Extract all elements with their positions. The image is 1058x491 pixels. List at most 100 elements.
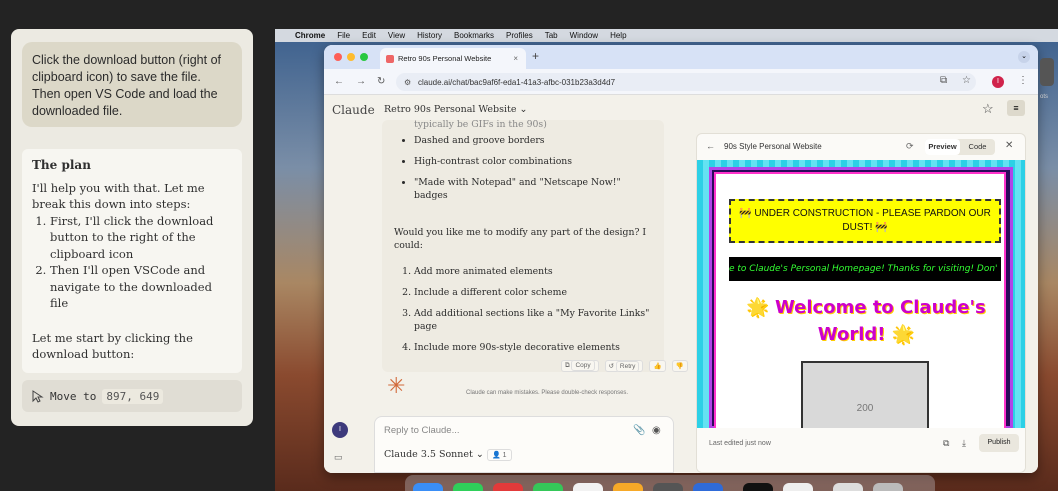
terminal-icon[interactable]: [743, 483, 773, 491]
menu-help[interactable]: Help: [610, 31, 626, 40]
marquee-text: e to Claude's Personal Homepage! Thanks …: [729, 257, 1001, 281]
chat-title[interactable]: Retro 90s Personal Website ⌄: [384, 104, 527, 115]
image-placeholder: 200: [801, 361, 929, 433]
thumbs-up-icon[interactable]: 👍: [649, 360, 666, 372]
settings-icon[interactable]: [653, 483, 683, 491]
chat-settings-icon[interactable]: ≡: [1007, 100, 1025, 116]
tab-search-icon[interactable]: ⌄: [1018, 51, 1030, 63]
kebab-menu-icon[interactable]: ⋮: [1018, 75, 1028, 86]
publish-button[interactable]: Publish: [979, 434, 1019, 452]
artifact-title: 90s Style Personal Website: [724, 142, 822, 151]
desktop-screen: Chrome File Edit View History Bookmarks …: [275, 29, 1058, 491]
camera-icon[interactable]: ◉: [652, 425, 661, 436]
tab-code[interactable]: Code: [960, 139, 995, 155]
menu-history[interactable]: History: [417, 31, 442, 40]
back-arrow-icon[interactable]: ←: [706, 141, 715, 151]
chrome-icon[interactable]: [493, 483, 523, 491]
reply-input[interactable]: Reply to Claude...: [384, 425, 460, 436]
new-tab-button[interactable]: +: [532, 49, 539, 63]
message-actions: ⧉ Copy ↺ Retry 👍 👎: [561, 360, 688, 372]
bookmark-star-icon[interactable]: ☆: [962, 75, 971, 86]
plan-step: First, I'll click the download button to…: [50, 213, 232, 263]
dock: [405, 475, 935, 491]
artifact-footer: Last edited just now ⧉ ⤓ Publish: [697, 428, 1025, 472]
tab-retro-website[interactable]: Retro 90s Personal Website ×: [380, 48, 526, 69]
disclaimer: Claude can make mistakes. Please double-…: [466, 390, 629, 396]
plan-title: The plan: [32, 158, 91, 172]
construction-banner: 🚧 UNDER CONSTRUCTION - PLEASE PARDON OUR…: [729, 199, 1001, 243]
menubar-app[interactable]: Chrome: [295, 31, 325, 40]
menu-profiles[interactable]: Profiles: [506, 31, 533, 40]
facetime-icon[interactable]: [533, 483, 563, 491]
thumbs-down-icon[interactable]: 👎: [671, 360, 688, 372]
clipboard-icon[interactable]: ⧉: [943, 438, 949, 449]
notes-icon[interactable]: [613, 483, 643, 491]
profile-avatar[interactable]: I: [992, 76, 1004, 88]
design-bullets: Dashed and groove borders High-contrast …: [400, 134, 650, 210]
list-item: High-contrast color combinations: [414, 155, 650, 168]
menu-view[interactable]: View: [388, 31, 405, 40]
tab-bar: Retro 90s Personal Website × + ⌄: [324, 45, 1038, 69]
downloads-folder-icon[interactable]: [833, 483, 863, 491]
url-field[interactable]: ⚙ claude.ai/chat/bac9af6f-eda1-41a3-afbc…: [396, 73, 976, 91]
minimize-window-button[interactable]: [347, 53, 355, 61]
browser-window: Retro 90s Personal Website × + ⌄ ← → ↻ ⚙…: [324, 45, 1038, 473]
plan-intro: I'll help you with that. Let me break th…: [32, 180, 205, 212]
messages-icon[interactable]: [453, 483, 483, 491]
reload-icon[interactable]: ↻: [377, 76, 385, 87]
list-item: Add additional sections like a "My Favor…: [414, 307, 650, 333]
sidebar-toggle-icon[interactable]: ▭: [334, 452, 343, 463]
list-item: Add more animated elements: [414, 265, 650, 278]
finder-icon[interactable]: [413, 483, 443, 491]
user-avatar[interactable]: I: [332, 422, 348, 438]
site-page: 🚧 UNDER CONSTRUCTION - PLEASE PARDON OUR…: [714, 172, 1006, 433]
menu-tab[interactable]: Tab: [545, 31, 558, 40]
claude-asterisk-icon: ✳: [387, 373, 406, 398]
plan-step: Then I'll open VSCode and navigate to th…: [50, 262, 232, 312]
menu-window[interactable]: Window: [570, 31, 598, 40]
menu-edit[interactable]: Edit: [362, 31, 376, 40]
back-icon[interactable]: ←: [334, 76, 344, 87]
tab-preview[interactable]: Preview: [925, 139, 960, 155]
last-edited: Last edited just now: [709, 440, 771, 447]
retry-button[interactable]: ↺ Retry: [604, 360, 644, 372]
assistant-question: Would you like me to modify any part of …: [394, 227, 647, 251]
desktop-file-icon[interactable]: [1040, 58, 1054, 86]
claude-logo[interactable]: Claude: [332, 103, 375, 117]
menu-file[interactable]: File: [337, 31, 350, 40]
tab-title: Retro 90s Personal Website: [398, 54, 492, 63]
list-item: Dashed and groove borders: [414, 134, 650, 147]
agent-panel: Click the download button (right of clip…: [11, 29, 253, 426]
address-bar: ← → ↻ ⚙ claude.ai/chat/bac9af6f-eda1-41a…: [324, 69, 1038, 95]
welcome-heading: 🌟 Welcome to Claude's World! 🌟: [746, 297, 986, 345]
star-chat-icon[interactable]: ☆: [982, 101, 994, 117]
list-item: "Made with Notepad" and "Netscape Now!" …: [414, 176, 650, 202]
artifact-panel: ← 90s Style Personal Website ⟳ Preview C…: [696, 133, 1026, 473]
artifact-header: ← 90s Style Personal Website ⟳ Preview C…: [697, 134, 1025, 160]
site-settings-icon[interactable]: ⚙: [404, 78, 411, 87]
download-icon[interactable]: ⤓: [962, 438, 966, 449]
refresh-icon[interactable]: ⟳: [906, 141, 914, 152]
reply-box[interactable]: Reply to Claude... 📎 ◉ Claude 3.5 Sonnet…: [374, 416, 674, 473]
action-coords: 897, 649: [102, 388, 164, 404]
calendar-icon[interactable]: [573, 483, 603, 491]
claude-chat-page: Claude Retro 90s Personal Website ⌄ ☆ ≡ …: [324, 95, 1038, 473]
list-item: Include a different color scheme: [414, 286, 650, 299]
tab-close-icon[interactable]: ×: [513, 54, 518, 63]
count-badge[interactable]: 👤 1: [487, 449, 512, 461]
forward-icon[interactable]: →: [356, 76, 366, 87]
attach-icon[interactable]: 📎: [633, 425, 645, 436]
close-icon[interactable]: ✕: [1005, 140, 1013, 151]
cursor-icon: [32, 390, 44, 403]
vscode-icon[interactable]: [693, 483, 723, 491]
copy-button[interactable]: ⧉ Copy: [561, 360, 599, 372]
url-text: claude.ai/chat/bac9af6f-eda1-41a3-afbc-0…: [418, 77, 616, 87]
model-selector[interactable]: Claude 3.5 Sonnet ⌄: [384, 449, 484, 460]
faded-line: typically be GIFs in the 90s): [414, 120, 547, 130]
trash-icon[interactable]: [873, 483, 903, 491]
maximize-window-button[interactable]: [360, 53, 368, 61]
install-app-icon[interactable]: ⧉: [940, 75, 947, 86]
preview-icon[interactable]: [783, 483, 813, 491]
close-window-button[interactable]: [334, 53, 342, 61]
menu-bookmarks[interactable]: Bookmarks: [454, 31, 494, 40]
